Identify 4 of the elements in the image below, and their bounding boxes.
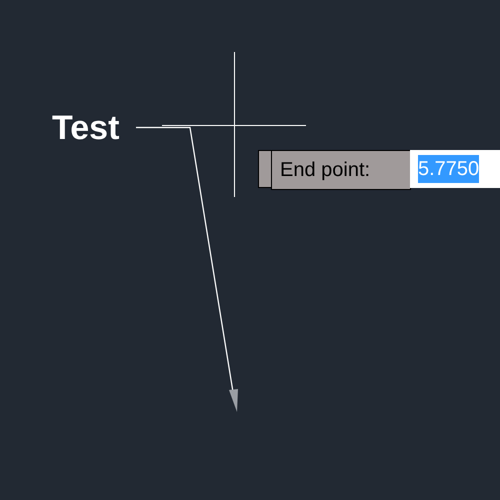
input-value: 5.7750 — [418, 155, 480, 183]
prompt-label: End point: — [280, 158, 370, 182]
input-field[interactable]: 5.7750 — [410, 150, 500, 188]
leader-text: Test — [52, 109, 120, 147]
